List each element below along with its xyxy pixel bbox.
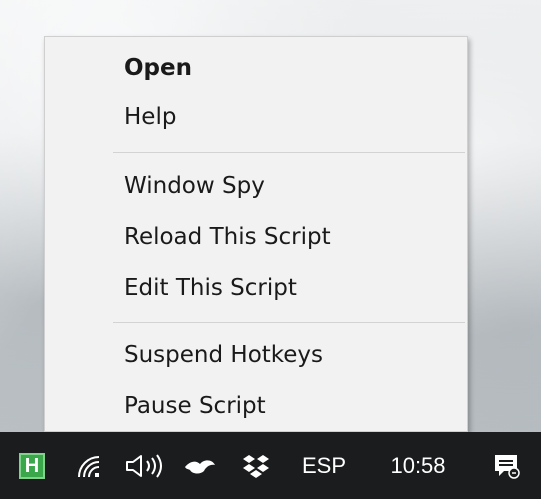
language-label: ESP	[301, 452, 347, 478]
menu-item-reload-script[interactable]: Reload This Script	[45, 217, 467, 257]
autohotkey-icon-letter: H	[24, 454, 40, 477]
autohotkey-icon: H	[19, 452, 45, 479]
menu-item-suspend-hotkeys[interactable]: Suspend Hotkeys	[45, 335, 467, 375]
dropbox-icon	[243, 454, 269, 478]
clock-time: 10:58	[390, 452, 446, 478]
menu-separator	[113, 322, 465, 323]
notifications-icon	[495, 454, 520, 479]
autohotkey-tray-button[interactable]: H	[15, 432, 49, 499]
menu-item-pause-script[interactable]: Pause Script	[45, 386, 467, 426]
menu-item-window-spy[interactable]: Window Spy	[45, 166, 467, 206]
wifi-icon	[78, 455, 100, 477]
language-indicator[interactable]: ESP	[292, 432, 356, 499]
volume-button[interactable]	[122, 432, 166, 499]
notifications-button[interactable]	[480, 432, 532, 499]
clock[interactable]: 10:58	[370, 432, 466, 499]
dropbox-button[interactable]	[236, 432, 276, 499]
menu-separator	[113, 152, 465, 153]
menu-item-help[interactable]: Help	[45, 97, 467, 137]
wifi-button[interactable]	[72, 432, 108, 499]
menu-item-open[interactable]: Open	[45, 48, 467, 88]
onedrive-button[interactable]	[180, 432, 220, 499]
onedrive-icon	[185, 459, 215, 474]
volume-icon	[126, 453, 162, 478]
menu-item-edit-script[interactable]: Edit This Script	[45, 268, 467, 308]
tray-context-menu: Open Help Window Spy Reload This Script …	[44, 36, 468, 432]
taskbar: H ESP 10:58	[0, 432, 541, 499]
